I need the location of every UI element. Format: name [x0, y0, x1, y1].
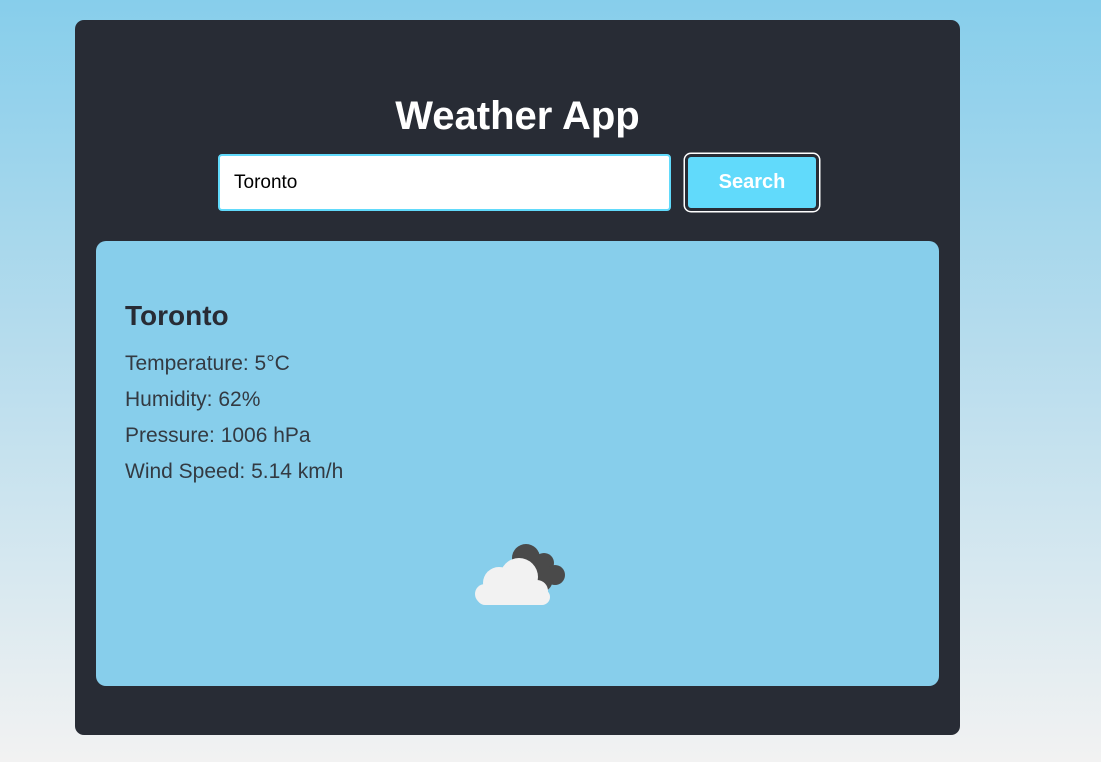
pressure-text: Pressure: 1006 hPa: [125, 424, 311, 447]
broken-clouds-icon: [475, 544, 565, 605]
humidity-text: Humidity: 62%: [125, 388, 261, 411]
wind-speed-text: Wind Speed: 5.14 km/h: [125, 460, 344, 483]
city-name: Toronto: [125, 300, 229, 331]
city-search-input[interactable]: [218, 154, 671, 211]
app-container: Weather App Search Toronto Temperature: …: [75, 20, 960, 735]
search-button[interactable]: Search: [685, 154, 819, 211]
weather-card: Toronto Temperature: 5°C Humidity: 62% P…: [96, 241, 939, 686]
app-title: Weather App: [395, 94, 640, 138]
temperature-text: Temperature: 5°C: [125, 352, 290, 375]
